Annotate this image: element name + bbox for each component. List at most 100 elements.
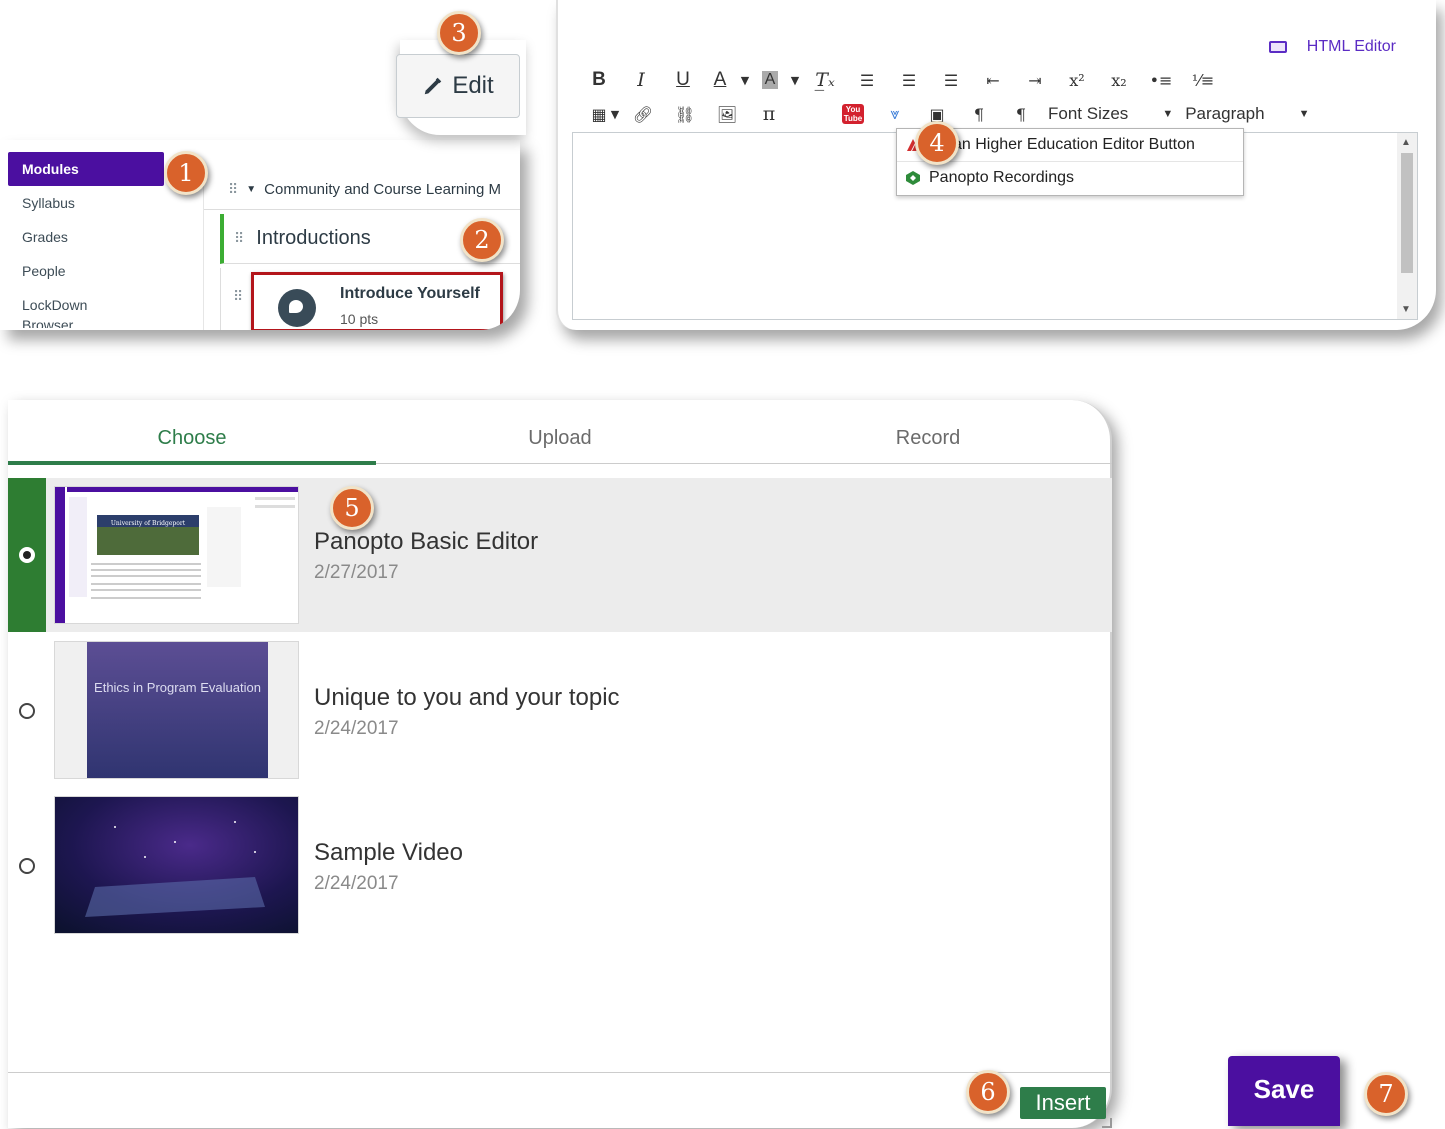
nav-lockdown-browser[interactable]: LockDown Browser — [8, 288, 203, 328]
editor-scrollbar[interactable]: ▲ ▼ — [1397, 133, 1417, 319]
ltr-direction-icon[interactable]: ¶ — [958, 98, 1000, 130]
video-row[interactable]: University of Bridgeport Panopto Basic E… — [8, 478, 1112, 632]
unlink-icon[interactable]: ⛓︎ — [664, 98, 706, 130]
indent-icon[interactable]: ⇥ — [1014, 64, 1056, 96]
assignment-title[interactable]: Introduce Yourself — [340, 285, 480, 303]
step-badge-6: 6 — [966, 1070, 1010, 1114]
text-color-icon[interactable]: A — [704, 64, 736, 96]
link-icon[interactable]: 🔗︎ — [622, 98, 664, 130]
video-row[interactable]: Sample Video 2/24/2017 — [8, 789, 1112, 943]
step-badge-2: 2 — [460, 218, 504, 262]
lti-tools-icon[interactable]: ⩔ — [874, 98, 916, 130]
video-title: Unique to you and your topic — [314, 684, 620, 711]
subscript-icon[interactable]: x₂ — [1098, 64, 1140, 96]
nav-modules[interactable]: Modules — [8, 152, 164, 186]
video-radio[interactable] — [19, 703, 35, 719]
step-badge-3: 3 — [437, 11, 481, 55]
bold-icon[interactable]: B — [578, 64, 620, 96]
italic-icon[interactable]: I — [620, 64, 662, 96]
table-caret-icon[interactable]: ▼ — [608, 98, 622, 130]
tab-choose[interactable]: Choose — [8, 420, 376, 465]
save-button[interactable]: Save — [1228, 1056, 1340, 1126]
caret-down-icon[interactable]: ▼ — [246, 184, 256, 195]
resize-grip-icon[interactable] — [1102, 1118, 1112, 1128]
rich-content-editor: HTML Editor B I U A ▼ A ▼ T̲ₓ ☰ ☰ ☰ ⇤ ⇥ … — [556, 0, 1436, 330]
video-row[interactable]: Ethics in Program Evaluation Unique to y… — [8, 634, 1112, 788]
nav-lockdown-line2: Browser — [22, 317, 74, 328]
outdent-icon[interactable]: ⇤ — [972, 64, 1014, 96]
video-date: 2/24/2017 — [314, 718, 399, 739]
thumbnail-caption: University of Bridgeport — [111, 520, 186, 527]
bullet-list-icon[interactable]: •≡ — [1140, 64, 1182, 96]
tab-upload[interactable]: Upload — [376, 420, 744, 463]
html-editor-link[interactable]: HTML Editor — [1268, 38, 1396, 56]
canvas-course-panel: Modules Syllabus Grades People LockDown … — [0, 140, 520, 330]
editor-toolbar-row-2: ▦ ▼ 🔗︎ ⛓︎ 🖼︎ π You Tube ⩔ ▣ ¶ ¶ Font Siz… — [578, 98, 1329, 130]
font-sizes-select[interactable]: Font Sizes — [1042, 104, 1134, 124]
scroll-down-icon[interactable]: ▼ — [1401, 304, 1411, 315]
keyboard-icon — [1268, 41, 1287, 53]
drag-handle-icon[interactable]: ⠿ — [233, 288, 243, 305]
align-right-icon[interactable]: ☰ — [930, 64, 972, 96]
thumbnail-canvas-screenshot: University of Bridgeport — [55, 487, 298, 623]
thumbnail-ethics-slide — [55, 642, 298, 778]
scroll-thumb[interactable] — [1401, 153, 1413, 273]
step-badge-4: 4 — [915, 121, 959, 165]
video-radio[interactable] — [19, 858, 35, 874]
paragraph-select[interactable]: Paragraph — [1179, 104, 1270, 124]
superscript-icon[interactable]: x² — [1056, 64, 1098, 96]
text-color-caret-icon[interactable]: ▼ — [736, 64, 754, 96]
assignment-points: 10 pts — [340, 311, 379, 327]
video-date: 2/24/2017 — [314, 873, 399, 894]
chooser-footer: Insert — [8, 1072, 1112, 1128]
drag-handle-icon[interactable]: ⠿ — [228, 181, 238, 198]
panopto-icon — [906, 170, 920, 185]
module-title: Community and Course Learning M — [264, 181, 501, 198]
step-badge-7: 7 — [1364, 1072, 1408, 1116]
nav-lockdown-line1: LockDown — [22, 297, 88, 313]
assignment-introduce-yourself[interactable]: Introduce Yourself 10 pts — [251, 272, 503, 330]
discussion-icon — [278, 289, 316, 327]
math-equation-icon[interactable]: π — [748, 98, 790, 130]
numbered-list-icon[interactable]: ⅟≡ — [1182, 64, 1224, 96]
rtl-direction-icon[interactable]: ¶ — [1000, 98, 1042, 130]
video-title: Sample Video — [314, 839, 463, 866]
font-sizes-caret-icon[interactable]: ▼ — [1162, 108, 1173, 120]
video-radio[interactable] — [19, 547, 35, 563]
align-left-icon[interactable]: ☰ — [846, 64, 888, 96]
paragraph-caret-icon[interactable]: ▼ — [1299, 108, 1310, 120]
editor-toolbar-row-1: B I U A ▼ A ▼ T̲ₓ ☰ ☰ ☰ ⇤ ⇥ x² x₂ •≡ ⅟≡ — [578, 64, 1224, 96]
background-color-caret-icon[interactable]: ▼ — [786, 64, 804, 96]
module-item-row: ⠿ Introduce Yourself 10 pts — [220, 268, 520, 330]
edit-button[interactable]: Edit — [396, 54, 520, 118]
menu-item-label: Panopto Recordings — [929, 168, 1074, 186]
step-badge-5: 5 — [330, 486, 374, 530]
video-title: Panopto Basic Editor — [314, 528, 539, 555]
drag-handle-icon[interactable]: ⠿ — [234, 230, 244, 247]
nav-grades[interactable]: Grades — [8, 220, 203, 254]
youtube-icon[interactable]: You Tube — [832, 98, 874, 130]
video-thumbnail[interactable]: Ethics in Program Evaluation — [54, 641, 299, 779]
subheader-label: Introductions — [256, 227, 371, 249]
youtube-logo-text: You Tube — [842, 104, 864, 124]
image-icon[interactable]: 🖼︎ — [706, 98, 748, 130]
video-thumbnail[interactable] — [54, 796, 299, 934]
thumbnail-sample-video — [55, 797, 298, 933]
chooser-tabs: Choose Upload Record — [8, 420, 1112, 465]
video-date: 2/27/2017 — [314, 562, 399, 583]
underline-icon[interactable]: U — [662, 64, 704, 96]
clear-formatting-icon[interactable]: T̲ₓ — [804, 64, 846, 96]
background-color-icon[interactable]: A — [754, 64, 786, 96]
panopto-chooser: Choose Upload Record University of Bridg… — [8, 400, 1112, 1128]
insert-button[interactable]: Insert — [1020, 1087, 1106, 1119]
video-thumbnail[interactable]: University of Bridgeport — [54, 486, 299, 624]
menu-item-label: millan Higher Education Editor Button — [929, 136, 1195, 153]
tab-record[interactable]: Record — [744, 420, 1112, 463]
html-editor-label: HTML Editor — [1306, 38, 1396, 55]
scroll-up-icon[interactable]: ▲ — [1401, 137, 1411, 148]
menu-item-panopto-recordings[interactable]: Panopto Recordings — [897, 161, 1243, 193]
nav-people[interactable]: People — [8, 254, 203, 288]
align-center-icon[interactable]: ☰ — [888, 64, 930, 96]
module-header[interactable]: ⠿ ▼ Community and Course Learning M — [204, 170, 520, 210]
